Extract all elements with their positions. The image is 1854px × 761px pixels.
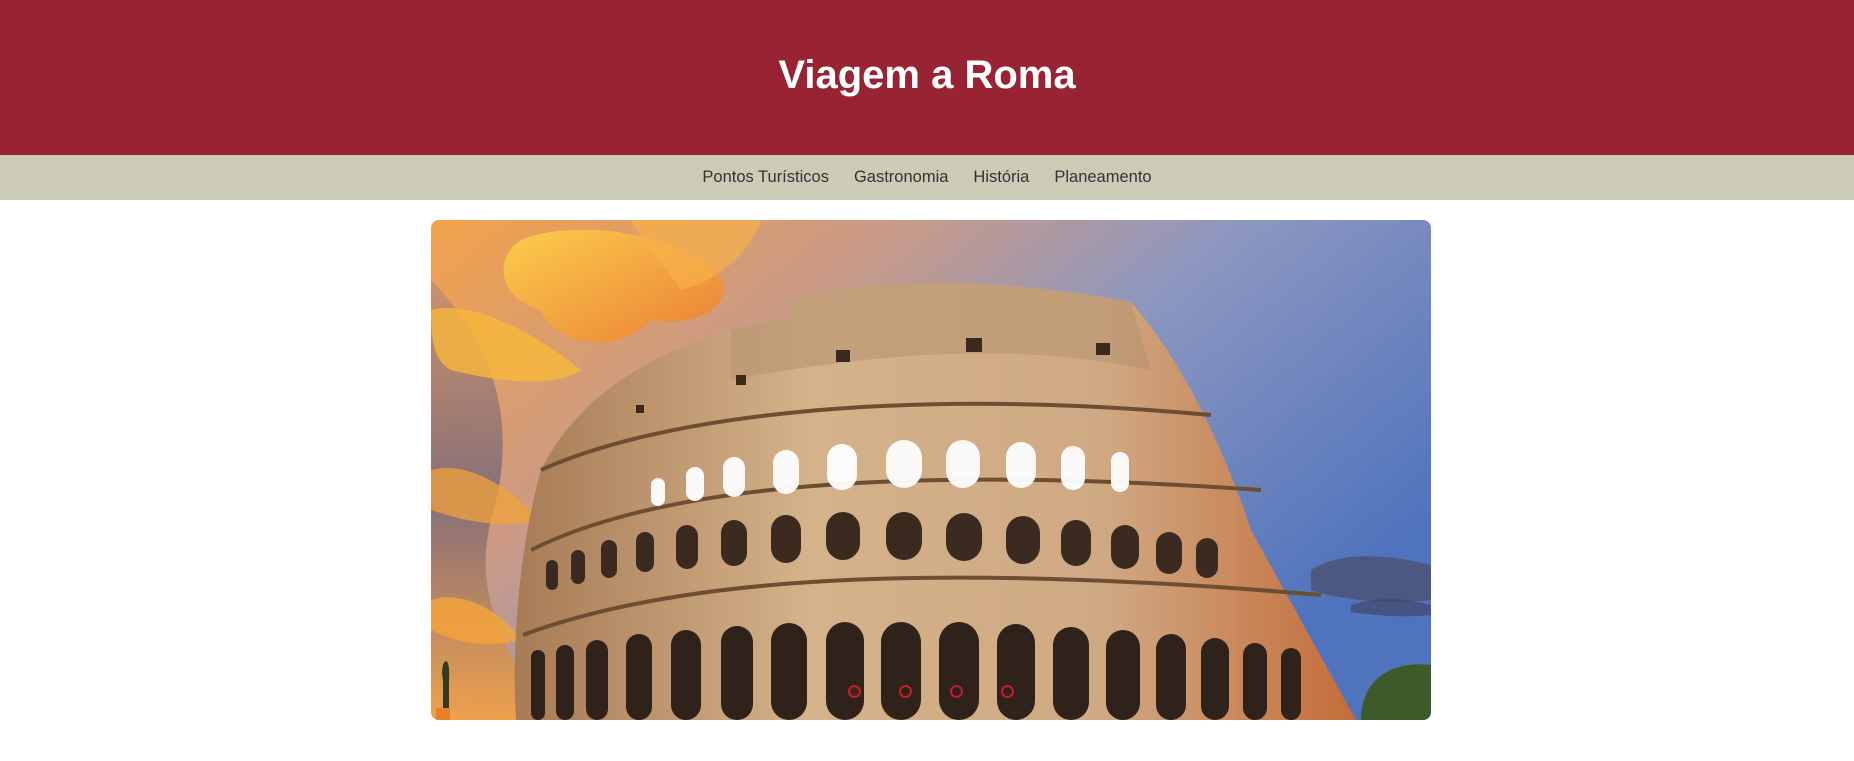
nav-link-planeamento[interactable]: Planeamento <box>1054 168 1151 187</box>
carousel-dot-1[interactable] <box>848 685 861 698</box>
carousel-dot-4[interactable] <box>1001 685 1014 698</box>
nav-link-gastronomia[interactable]: Gastronomia <box>854 168 948 187</box>
carousel-dot-3[interactable] <box>950 685 963 698</box>
main-nav: Pontos Turísticos Gastronomia História P… <box>0 155 1854 200</box>
hero-carousel <box>431 220 1431 720</box>
page-title: Viagem a Roma <box>778 53 1076 97</box>
nav-link-historia[interactable]: História <box>973 168 1029 187</box>
carousel-dots <box>431 685 1431 698</box>
colosseum-photo <box>431 220 1431 720</box>
nav-link-pontos-turisticos[interactable]: Pontos Turísticos <box>702 168 829 187</box>
carousel-dot-2[interactable] <box>899 685 912 698</box>
main-content <box>0 200 1854 761</box>
site-header: Viagem a Roma <box>0 0 1854 155</box>
